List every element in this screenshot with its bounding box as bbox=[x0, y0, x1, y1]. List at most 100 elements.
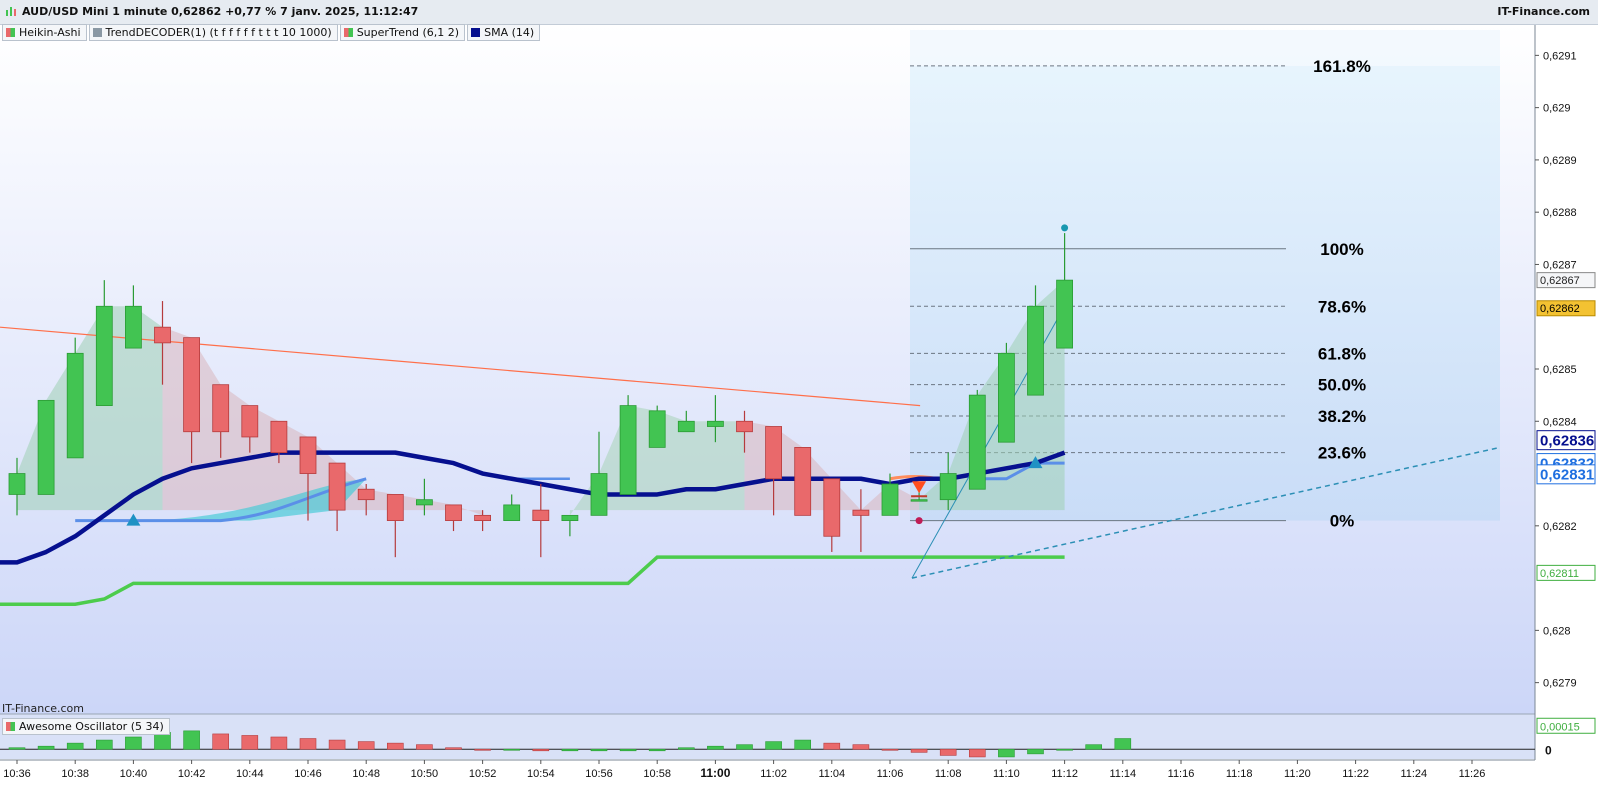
oscillator-swatch-icon bbox=[6, 722, 15, 731]
fib-level-label: 23.6% bbox=[1318, 444, 1366, 463]
legend-awesome-oscillator[interactable]: Awesome Oscillator (5 34) bbox=[2, 718, 170, 735]
supertrend-swatch-icon bbox=[343, 28, 353, 37]
legend-label: Awesome Oscillator (5 34) bbox=[19, 720, 164, 733]
x-tick-label: 11:24 bbox=[1400, 768, 1427, 780]
oscillator-bar bbox=[939, 748, 957, 756]
chart-canvas: 161.8% 100% 78.6% 61.8% 50.0% 38.2% 23.6% 0% 0,… bbox=[0, 24, 1598, 787]
price-label: 0,62831 bbox=[1540, 467, 1594, 484]
candle-body bbox=[212, 384, 230, 433]
candle-body bbox=[503, 504, 521, 521]
sma-swatch-icon bbox=[471, 28, 481, 37]
y-tick-label: 0,628 bbox=[1543, 625, 1571, 637]
legend-sma[interactable]: SMA (14) bbox=[467, 24, 541, 41]
y-tick-label: 0,6289 bbox=[1543, 155, 1577, 167]
oscillator-bar bbox=[241, 735, 259, 750]
fib-level-label: 38.2% bbox=[1318, 407, 1366, 426]
candle-body bbox=[619, 405, 637, 495]
oscillator-tick-label: 0 bbox=[1545, 743, 1552, 757]
fib-level-label: 0% bbox=[1330, 512, 1355, 531]
x-tick-label: 11:02 bbox=[760, 768, 787, 780]
chart-title: AUD/USD Mini 1 minute 0,62862 +0,77 % 7 … bbox=[22, 5, 419, 18]
oscillator-bar bbox=[1056, 748, 1073, 751]
legend-trenddecoder[interactable]: TrendDECODER(1) (t f f f f f t t t 10 10… bbox=[88, 24, 338, 41]
candle-body bbox=[823, 478, 841, 537]
fib-level-label: 50.0% bbox=[1318, 376, 1366, 395]
legend-label: SuperTrend (6,1 2) bbox=[356, 26, 460, 39]
x-tick-label: 10:58 bbox=[643, 768, 671, 780]
x-tick-label: 11:14 bbox=[1109, 768, 1136, 780]
candle-body bbox=[183, 337, 201, 433]
oscillator-bar bbox=[1085, 744, 1102, 750]
trenddecoder-swatch-icon bbox=[92, 28, 102, 37]
oscillator-tick-label: 0,00015 bbox=[1540, 721, 1580, 733]
x-tick-label: 10:38 bbox=[61, 768, 89, 780]
x-tick-label: 10:54 bbox=[527, 768, 555, 780]
candle-body bbox=[881, 483, 899, 516]
x-tick-label: 11:20 bbox=[1284, 768, 1311, 780]
fib-level-label: 100% bbox=[1320, 240, 1363, 259]
x-tick-label: 11:00 bbox=[700, 766, 730, 780]
oscillator-bar bbox=[357, 741, 375, 750]
candle-body bbox=[270, 420, 288, 454]
legend-supertrend[interactable]: SuperTrend (6,1 2) bbox=[339, 24, 466, 41]
candle-body bbox=[1056, 279, 1073, 349]
x-tick-label: 10:56 bbox=[585, 768, 613, 780]
price-label: 0,62862 bbox=[1540, 303, 1580, 315]
x-tick-label: 11:16 bbox=[1168, 768, 1195, 780]
x-tick-label: 10:42 bbox=[178, 768, 206, 780]
oscillator-bar bbox=[736, 744, 753, 750]
candle-body bbox=[357, 488, 375, 501]
candle-body bbox=[998, 352, 1015, 443]
x-tick-label: 11:06 bbox=[877, 768, 904, 780]
candle-body bbox=[910, 499, 928, 502]
pivot-dot-icon bbox=[915, 517, 923, 525]
x-tick-label: 10:46 bbox=[294, 768, 322, 780]
oscillator-bar bbox=[386, 742, 404, 750]
candle-body bbox=[415, 499, 433, 506]
x-tick-label: 10:36 bbox=[3, 768, 31, 780]
legend-heikin-ashi[interactable]: Heikin-Ashi bbox=[2, 24, 87, 41]
candle-body bbox=[765, 426, 782, 480]
oscillator-bar bbox=[532, 748, 550, 752]
y-tick-label: 0,6291 bbox=[1543, 50, 1577, 62]
candle-body bbox=[707, 420, 724, 427]
x-tick-label: 10:44 bbox=[236, 768, 264, 780]
candle-body bbox=[445, 504, 462, 521]
candle-body bbox=[386, 494, 404, 521]
oscillator-bar bbox=[183, 730, 200, 750]
watermark: IT-Finance.com bbox=[2, 702, 84, 715]
x-tick-label: 11:12 bbox=[1051, 768, 1078, 780]
candle-body bbox=[66, 352, 84, 459]
oscillator-bar bbox=[823, 742, 841, 750]
y-axis-panel bbox=[1535, 24, 1598, 787]
oscillator-bar bbox=[416, 744, 433, 750]
oscillator-bar bbox=[66, 742, 84, 750]
oscillator-bar bbox=[561, 748, 579, 752]
x-tick-label: 10:52 bbox=[469, 768, 497, 780]
oscillator-bar bbox=[212, 733, 229, 750]
oscillator-bar bbox=[677, 747, 695, 750]
oscillator-bar bbox=[8, 747, 26, 750]
oscillator-bar bbox=[125, 736, 142, 750]
x-tick-label: 11:18 bbox=[1226, 768, 1253, 780]
oscillator-bar bbox=[998, 748, 1015, 758]
oscillator-bar bbox=[474, 748, 491, 751]
pivot-dot-icon bbox=[1061, 224, 1069, 232]
oscillator-bar bbox=[648, 748, 666, 752]
candle-body bbox=[648, 410, 666, 448]
x-tick-label: 11:04 bbox=[818, 768, 845, 780]
candle-body bbox=[794, 447, 812, 516]
candle-body bbox=[677, 420, 695, 433]
y-tick-label: 0,6287 bbox=[1543, 259, 1577, 271]
brand-name: IT-Finance.com bbox=[1497, 5, 1590, 18]
legend-label: TrendDECODER(1) (t f f f f f t t t 10 10… bbox=[105, 26, 332, 39]
oscillator-bar bbox=[37, 745, 55, 750]
candle-body bbox=[561, 514, 579, 521]
candle-body bbox=[852, 509, 870, 516]
candle-body bbox=[1027, 305, 1044, 396]
candle-body bbox=[328, 462, 346, 511]
legend-label: SMA (14) bbox=[484, 26, 535, 39]
candle-body bbox=[95, 305, 113, 406]
fib-zone-upper bbox=[910, 30, 1500, 66]
oscillator-plot-background bbox=[0, 714, 1535, 759]
